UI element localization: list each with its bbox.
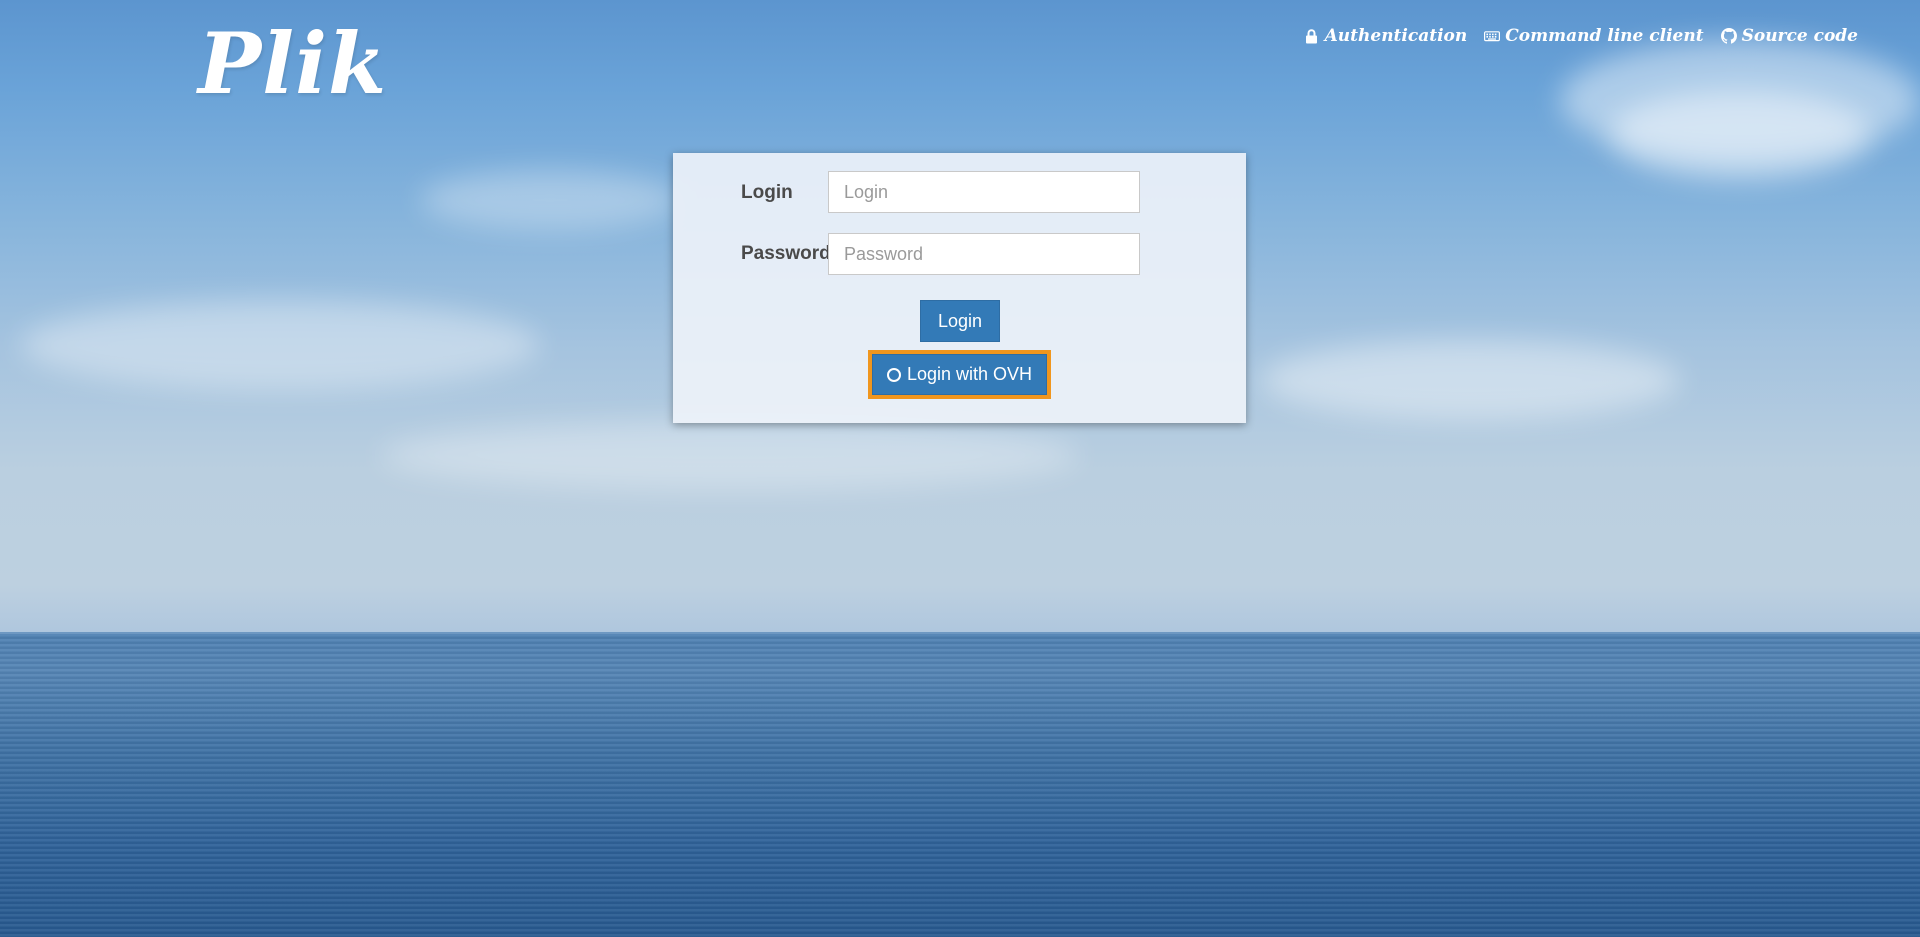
nav-cli-label: Command line client xyxy=(1505,26,1704,46)
nav-authentication-link[interactable]: Authentication xyxy=(1304,26,1468,46)
nav-authentication-label: Authentication xyxy=(1324,26,1468,46)
top-nav: Authentication Command line client Sourc… xyxy=(1304,26,1858,46)
sea-background xyxy=(0,634,1920,937)
login-with-ovh-button[interactable]: Login with OVH xyxy=(868,350,1051,399)
nav-source-code-label: Source code xyxy=(1741,26,1858,46)
nav-source-code-link[interactable]: Source code xyxy=(1720,26,1858,46)
login-input[interactable] xyxy=(828,171,1140,213)
login-panel: Login Password Login Login with OVH xyxy=(673,153,1246,423)
login-button[interactable]: Login xyxy=(920,300,1000,342)
circle-o-icon xyxy=(886,367,901,382)
password-label: Password xyxy=(741,243,831,264)
plik-logo[interactable]: Plik xyxy=(198,14,387,113)
login-label: Login xyxy=(741,182,793,203)
nav-cli-link[interactable]: Command line client xyxy=(1484,26,1704,46)
login-with-ovh-label: Login with OVH xyxy=(906,364,1033,384)
github-icon xyxy=(1720,28,1737,44)
keyboard-icon xyxy=(1484,28,1501,44)
page: Plik Authentication Command line client … xyxy=(0,0,1920,937)
lock-icon xyxy=(1304,28,1320,44)
login-button-label: Login xyxy=(937,310,983,331)
password-input[interactable] xyxy=(828,233,1140,275)
